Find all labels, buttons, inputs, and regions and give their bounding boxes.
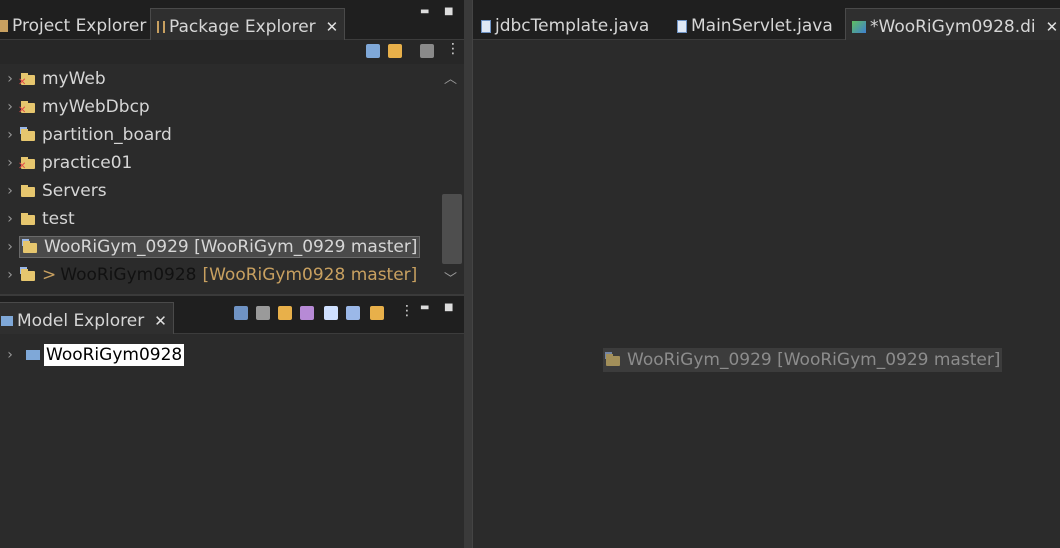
package-explorer-icon [157,20,165,33]
view-menu-icon[interactable]: ⋮ [400,303,414,319]
tab-model-explorer[interactable]: Model Explorer ✕ [0,302,174,334]
project-explorer-icon [0,20,8,32]
papyrus-diagram-icon [852,20,866,33]
git-dirty-marker: > [42,265,57,285]
package-explorer-tree: › ✕ myWeb › ✕ myWebDbcp › partition_boar… [0,64,438,294]
link-with-editor-icon[interactable] [388,44,402,58]
close-icon[interactable]: ✕ [154,312,167,330]
git-branch-decoration: [WooRiGym0928 master] [202,265,418,285]
maximize-button[interactable]: ■ [444,302,453,313]
vertical-sash[interactable] [464,0,472,548]
tree-item-myweb[interactable]: › ✕ myWeb [0,66,106,92]
view-menu-icon[interactable]: ⋮ [446,41,460,57]
scroll-down-icon[interactable]: ﹀ [444,268,457,287]
tab-project-explorer[interactable]: Project Explorer [0,8,152,40]
tree-item-woorigym-0929[interactable]: › WooRiGym_0929 [WooRiGym_0929 master] [0,234,421,260]
tree-item-partition-board[interactable]: › partition_board [0,122,172,148]
tab-jdbctemplate[interactable]: jdbcTemplate.java [475,8,655,40]
maximize-button[interactable]: ■ [444,6,453,17]
drag-ghost: WooRiGym_0929 [WooRiGym_0929 master] [603,348,1003,372]
chevron-right-icon[interactable]: › [0,183,20,199]
chevron-right-icon[interactable]: › [0,211,20,227]
collapse-all-icon[interactable] [366,44,380,58]
filter-icon[interactable] [420,44,434,58]
tab-package-explorer[interactable]: Package Explorer ✕ [150,8,346,40]
tree-item-test[interactable]: › test [0,206,74,232]
edit-icon[interactable] [278,306,292,320]
project-error-icon: ✕ [18,71,36,88]
chevron-right-icon[interactable]: › [0,155,20,171]
tree-item-woorigym0928[interactable]: › > WooRiGym0928 [WooRiGym0928 master] [0,262,417,288]
tree-icon[interactable] [256,306,270,320]
selected-item[interactable]: WooRiGym_0929 [WooRiGym_0929 master] [18,236,421,258]
expand-icon[interactable] [324,306,338,320]
list-icon[interactable] [234,306,248,320]
package-explorer-toolbar: ⋮ [0,40,464,64]
filter-icon[interactable] [300,306,314,320]
git-project-icon [605,352,621,368]
model-tree-root[interactable]: › WooRiGym0928 [0,342,185,368]
chevron-right-icon[interactable]: › [0,347,20,363]
scroll-up-icon[interactable]: ︿ [444,68,457,87]
model-explorer-panel: Model Explorer ✕ ⋮ ▬ ■ › WooRiGym0928 [0,296,464,548]
editor-area: jdbcTemplate.java MainServlet.java *WooR… [472,0,1060,548]
chevron-right-icon[interactable]: › [0,71,20,87]
close-icon[interactable]: ✕ [326,18,339,36]
git-project-icon [22,239,38,255]
folder-icon [20,183,36,199]
project-icon [20,127,36,143]
editor-tabbar: jdbcTemplate.java MainServlet.java *WooR… [473,0,1060,40]
minimize-button[interactable]: ▬ [420,6,429,17]
scroll-thumb[interactable] [442,194,462,264]
link-icon[interactable] [370,306,384,320]
package-explorer-scrollbar[interactable]: ︿ ﹀ [440,64,462,294]
project-error-icon: ✕ [18,155,36,172]
package-explorer-tabbar: Project Explorer Package Explorer ✕ ▬ ■ [0,0,464,40]
tab-woorigym0928-diagram[interactable]: *WooRiGym0928.di ✕ [845,8,1060,40]
folder-icon [20,211,36,227]
chevron-right-icon[interactable]: › [0,267,20,283]
close-icon[interactable]: ✕ [1046,18,1059,36]
tree-item-servers[interactable]: › Servers [0,178,106,204]
tab-mainservlet[interactable]: MainServlet.java [671,8,839,40]
git-project-icon [20,267,36,283]
model-explorer-icon [1,315,13,326]
model-icon [26,350,40,360]
collapse-icon[interactable] [346,306,360,320]
chevron-right-icon[interactable]: › [0,239,20,255]
tree-item-practice01[interactable]: › ✕ practice01 [0,150,132,176]
project-error-icon: ✕ [18,99,36,116]
java-file-icon [481,19,491,33]
package-explorer-panel: Project Explorer Package Explorer ✕ ▬ ■ … [0,0,464,294]
model-explorer-tabbar: Model Explorer ✕ ⋮ ▬ ■ [0,296,464,334]
tree-item-mywebdbcp[interactable]: › ✕ myWebDbcp [0,94,150,120]
chevron-right-icon[interactable]: › [0,127,20,143]
minimize-button[interactable]: ▬ [420,302,429,313]
java-file-icon [677,19,687,33]
chevron-right-icon[interactable]: › [0,99,20,115]
